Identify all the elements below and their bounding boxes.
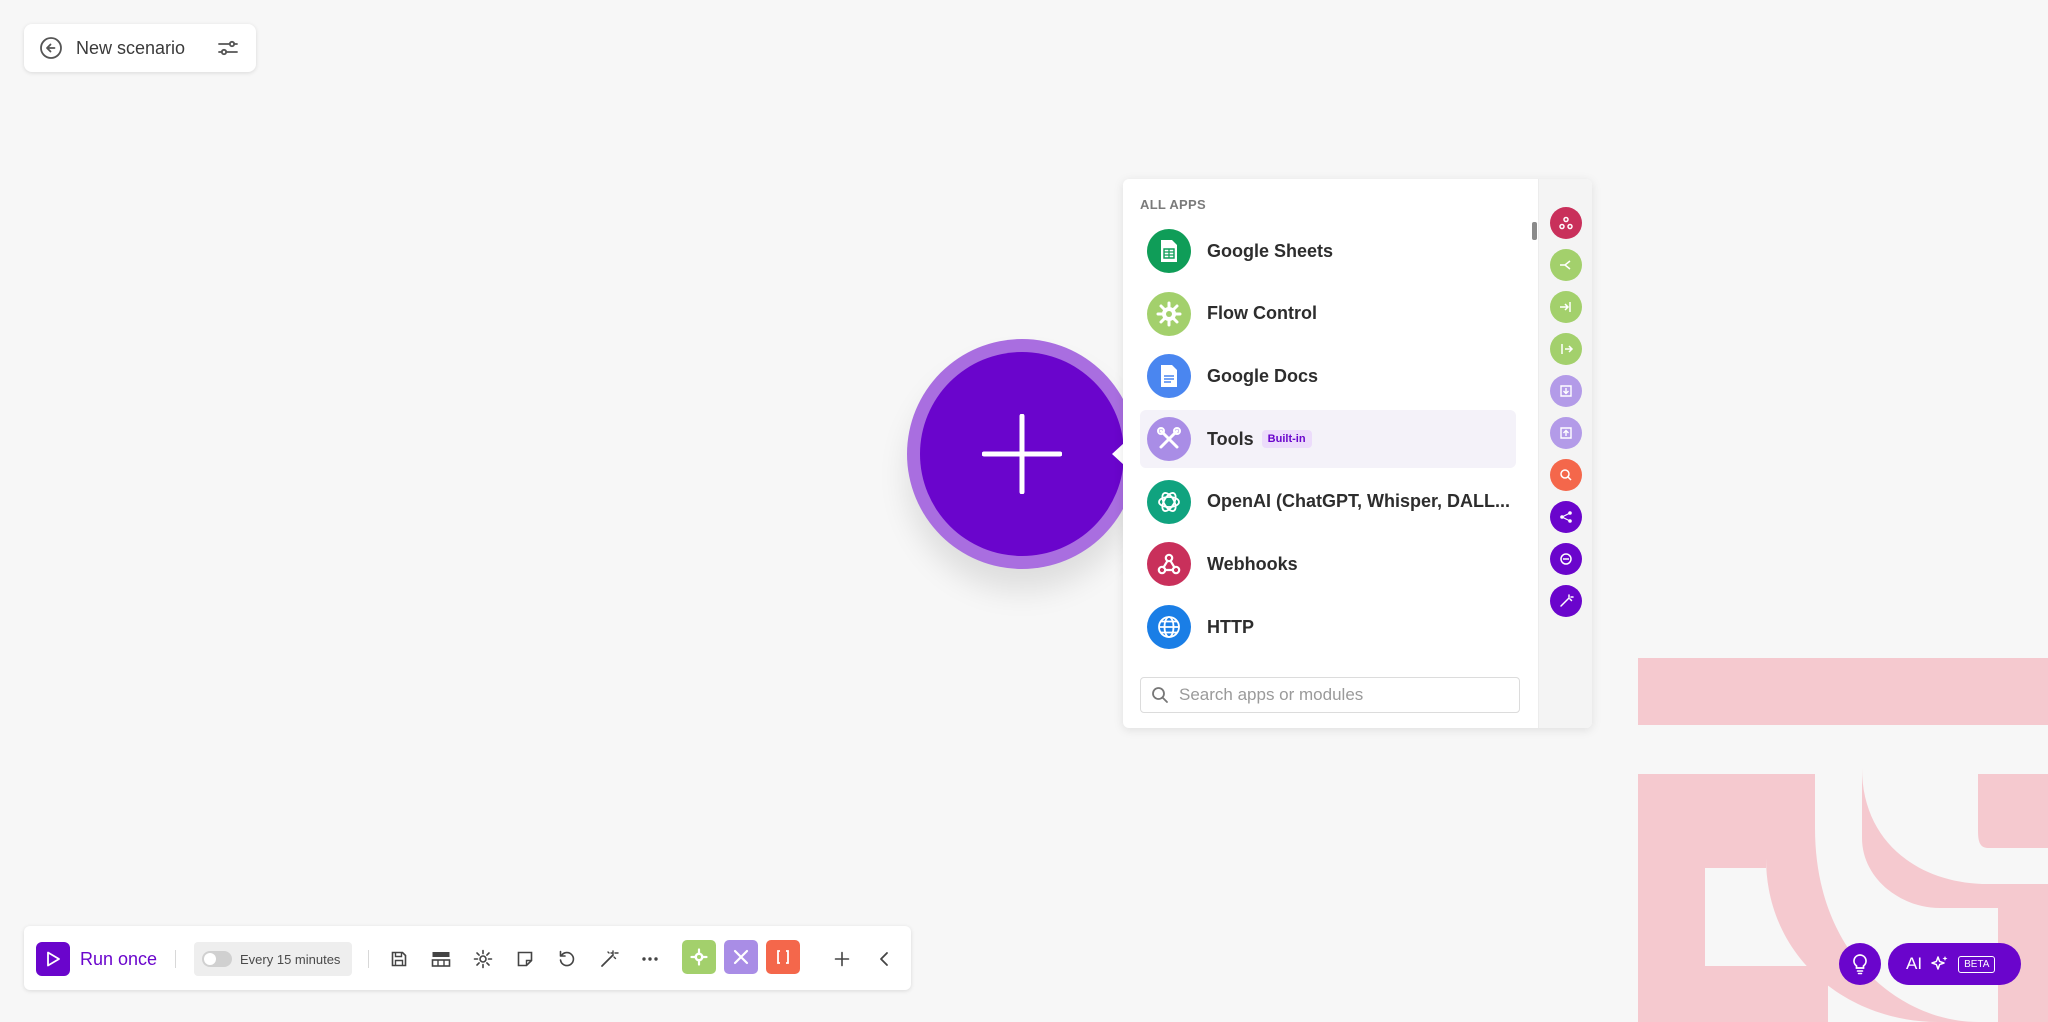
webhooks-icon[interactable] bbox=[1550, 207, 1582, 239]
text-parser-quick-button[interactable] bbox=[766, 940, 800, 974]
router-icon[interactable] bbox=[1550, 249, 1582, 281]
app-item-http[interactable]: HTTP bbox=[1140, 598, 1516, 656]
search-icon bbox=[1152, 687, 1168, 703]
run-once-button[interactable]: Run once bbox=[36, 942, 157, 976]
google-docs-icon bbox=[1147, 354, 1191, 399]
app-name: HTTP bbox=[1207, 616, 1254, 637]
flow-control-quick-button[interactable] bbox=[682, 940, 716, 974]
search-refresh-icon[interactable] bbox=[1550, 459, 1582, 491]
hints-button[interactable] bbox=[1839, 943, 1881, 985]
collapse-toolbar-button[interactable] bbox=[869, 944, 899, 974]
search-input[interactable] bbox=[1177, 684, 1501, 706]
openai-icon bbox=[1147, 479, 1191, 524]
webhooks-icon bbox=[1147, 542, 1191, 587]
app-search bbox=[1140, 677, 1520, 713]
notes-button[interactable] bbox=[510, 944, 540, 974]
divider bbox=[175, 950, 176, 968]
history-button[interactable] bbox=[552, 944, 582, 974]
app-name: OpenAI (ChatGPT, Whisper, DALL... bbox=[1207, 491, 1511, 512]
run-once-label: Run once bbox=[80, 948, 158, 969]
ai-label: AI bbox=[1906, 954, 1923, 973]
scenario-settings-button[interactable] bbox=[468, 944, 498, 974]
app-name: Tools bbox=[1207, 428, 1254, 449]
back-button[interactable] bbox=[38, 35, 64, 61]
plus-icon bbox=[834, 951, 850, 967]
app-item-tools[interactable]: Tools Built-in bbox=[1140, 410, 1516, 469]
app-picker-panel: ALL APPS Google Sheets Flow Control Goog… bbox=[1123, 179, 1592, 728]
save-icon bbox=[391, 951, 407, 967]
app-name: Flow Control bbox=[1207, 303, 1317, 324]
globe-icon bbox=[1147, 605, 1191, 650]
gear-icon bbox=[690, 948, 708, 966]
lightbulb-icon bbox=[1853, 954, 1867, 975]
auto-align-button[interactable] bbox=[426, 944, 456, 974]
schedule-toggle[interactable]: Every 15 minutes bbox=[194, 942, 352, 976]
scenario-header: New scenario bbox=[24, 24, 256, 72]
play-icon bbox=[36, 942, 70, 976]
layout-icon bbox=[431, 952, 451, 967]
more-options-button[interactable] bbox=[635, 944, 665, 974]
schedule-label: Every 15 minutes bbox=[240, 951, 341, 967]
app-name: Google Sheets bbox=[1207, 240, 1334, 261]
arrow-left-circle-icon bbox=[40, 37, 62, 59]
openai-icon[interactable] bbox=[1550, 543, 1582, 575]
app-list: Google Sheets Flow Control Google Docs T… bbox=[1140, 222, 1516, 661]
chevron-left-icon bbox=[880, 952, 888, 966]
sparkles-icon bbox=[1931, 956, 1948, 970]
tools-quick-button[interactable] bbox=[724, 940, 758, 974]
google-sheets-icon bbox=[1147, 229, 1191, 273]
app-item-webhooks[interactable]: Webhooks bbox=[1140, 535, 1516, 593]
json-brackets-icon bbox=[777, 950, 789, 964]
divider bbox=[368, 950, 369, 968]
iterator-icon[interactable] bbox=[1550, 291, 1582, 323]
magic-wand-icon bbox=[601, 950, 619, 967]
undo-icon bbox=[559, 950, 575, 967]
scenario-toolbar: Run once Every 15 minutes bbox=[24, 926, 911, 990]
add-button[interactable] bbox=[827, 944, 857, 974]
list-scrollbar[interactable] bbox=[1532, 222, 1537, 240]
magic-wand-button[interactable] bbox=[594, 944, 624, 974]
ellipsis-icon bbox=[642, 957, 658, 961]
upload-icon[interactable] bbox=[1550, 417, 1582, 449]
tools-icon bbox=[733, 949, 749, 965]
sliders-icon bbox=[218, 40, 238, 56]
built-in-badge: Built-in bbox=[1261, 430, 1312, 449]
app-item-flow-control[interactable]: Flow Control bbox=[1140, 285, 1516, 343]
category-rail bbox=[1538, 179, 1592, 728]
ai-assistant-button[interactable]: AI BETA bbox=[1888, 943, 2021, 985]
app-name: Google Docs bbox=[1207, 365, 1319, 386]
scenario-settings-button[interactable] bbox=[214, 34, 242, 62]
tools-icon bbox=[1147, 417, 1191, 462]
scenario-title[interactable]: New scenario bbox=[76, 38, 214, 59]
save-button[interactable] bbox=[384, 944, 414, 974]
app-item-google-docs[interactable]: Google Docs bbox=[1140, 347, 1516, 405]
gear-icon bbox=[1147, 291, 1191, 336]
share-icon[interactable] bbox=[1550, 501, 1582, 533]
app-name: Webhooks bbox=[1207, 553, 1298, 574]
plus-icon bbox=[982, 414, 1062, 494]
aggregator-icon[interactable] bbox=[1550, 333, 1582, 365]
app-item-google-sheets[interactable]: Google Sheets bbox=[1140, 222, 1516, 280]
add-module-button[interactable] bbox=[920, 352, 1124, 556]
note-icon bbox=[517, 951, 533, 967]
gear-icon bbox=[473, 949, 493, 969]
magic-wand-icon[interactable] bbox=[1550, 585, 1582, 617]
download-icon[interactable] bbox=[1550, 375, 1582, 407]
app-item-openai[interactable]: OpenAI (ChatGPT, Whisper, DALL... bbox=[1140, 473, 1516, 531]
beta-badge: BETA bbox=[1958, 955, 1996, 973]
toggle-switch[interactable] bbox=[202, 951, 232, 967]
section-title: ALL APPS bbox=[1140, 197, 1206, 212]
